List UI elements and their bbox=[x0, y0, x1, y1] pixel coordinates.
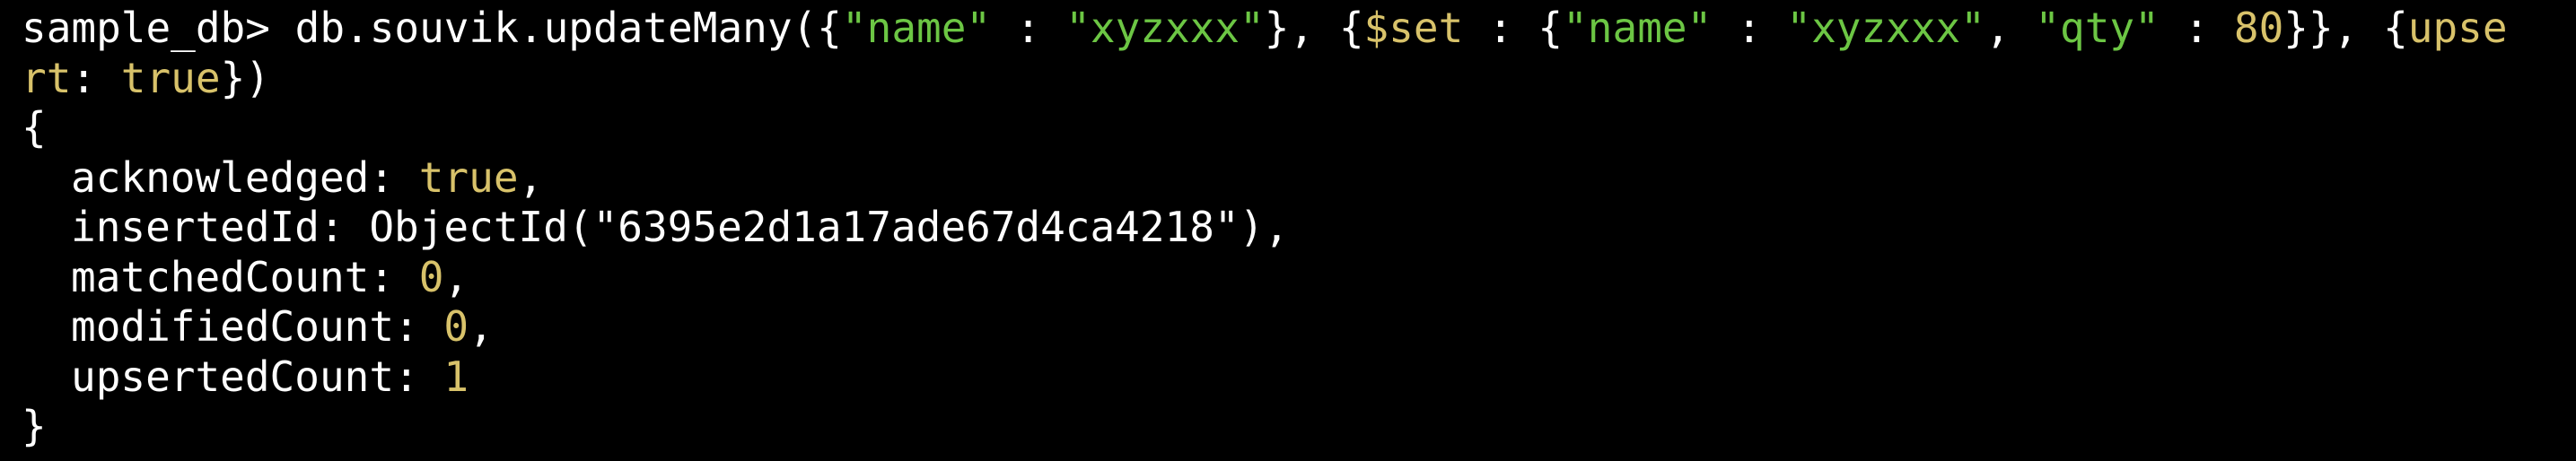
result-insertedid: insertedId: ObjectId("6395e2d1a17ade67d4… bbox=[22, 203, 2576, 253]
result-open: { bbox=[22, 103, 47, 152]
upsert-value: true bbox=[120, 53, 221, 102]
command-line-2: rt: true}) bbox=[22, 54, 2576, 104]
set-operator: $set bbox=[1363, 4, 1464, 52]
acknowledged-value: true bbox=[418, 152, 519, 202]
insertedid-label: insertedId: bbox=[71, 203, 370, 251]
set-key-name: "name" bbox=[1563, 4, 1713, 52]
matchedcount-comma: , bbox=[443, 252, 469, 301]
set-value-name: "xyzxxx" bbox=[1786, 4, 1985, 52]
modifiedcount-comma: , bbox=[469, 302, 494, 351]
matchedcount-value: 0 bbox=[418, 252, 444, 301]
shell-prompt: sample_db> bbox=[22, 4, 295, 52]
upsert-option-end: rt bbox=[22, 53, 72, 102]
result-close-brace: } bbox=[22, 402, 2576, 452]
set-key-qty: "qty" bbox=[2035, 4, 2160, 52]
upsert-option-start: upse bbox=[2407, 4, 2508, 52]
set-sep-qty: : bbox=[2159, 4, 2234, 52]
command-line-1: sample_db> db.souvik.updateMany({"name" … bbox=[22, 4, 2576, 54]
insertedid-value: ObjectId("6395e2d1a17ade67d4ca4218"), bbox=[369, 203, 1290, 251]
modifiedcount-label: modifiedCount: bbox=[71, 302, 444, 351]
result-close: } bbox=[22, 402, 47, 450]
filter-brace-close: }, { bbox=[1264, 4, 1364, 52]
set-value-qty: 80 bbox=[2233, 4, 2284, 52]
filter-key: "name" bbox=[841, 4, 992, 52]
result-upsertedcount: upsertedCount: 1 bbox=[22, 352, 2576, 403]
acknowledged-label: acknowledged: bbox=[71, 152, 419, 202]
set-sep-name: : bbox=[1712, 4, 1787, 52]
set-comma: , bbox=[1985, 4, 2036, 52]
command-end: }) bbox=[220, 53, 270, 102]
modifiedcount-value: 0 bbox=[443, 302, 469, 351]
matchedcount-label: matchedCount: bbox=[71, 252, 419, 301]
filter-sep: : bbox=[991, 4, 1066, 52]
update-call: db.souvik.updateMany( bbox=[294, 4, 818, 52]
filter-value: "xyzxxx" bbox=[1065, 4, 1265, 52]
upsertedcount-label: upsertedCount: bbox=[71, 352, 444, 401]
upsert-sep: : bbox=[71, 53, 121, 102]
result-matchedcount: matchedCount: 0, bbox=[22, 253, 2576, 303]
result-acknowledged: acknowledged: true, bbox=[22, 153, 2576, 204]
acknowledged-comma: , bbox=[518, 152, 544, 202]
terminal-window[interactable]: sample_db> db.souvik.updateMany({"name" … bbox=[0, 0, 2576, 461]
upsertedcount-value: 1 bbox=[443, 352, 469, 401]
result-open-brace: { bbox=[22, 103, 2576, 153]
result-modifiedcount: modifiedCount: 0, bbox=[22, 302, 2576, 352]
set-sep: : { bbox=[1463, 4, 1564, 52]
options-brace-open: }}, { bbox=[2283, 4, 2408, 52]
filter-brace-open: { bbox=[817, 4, 842, 52]
